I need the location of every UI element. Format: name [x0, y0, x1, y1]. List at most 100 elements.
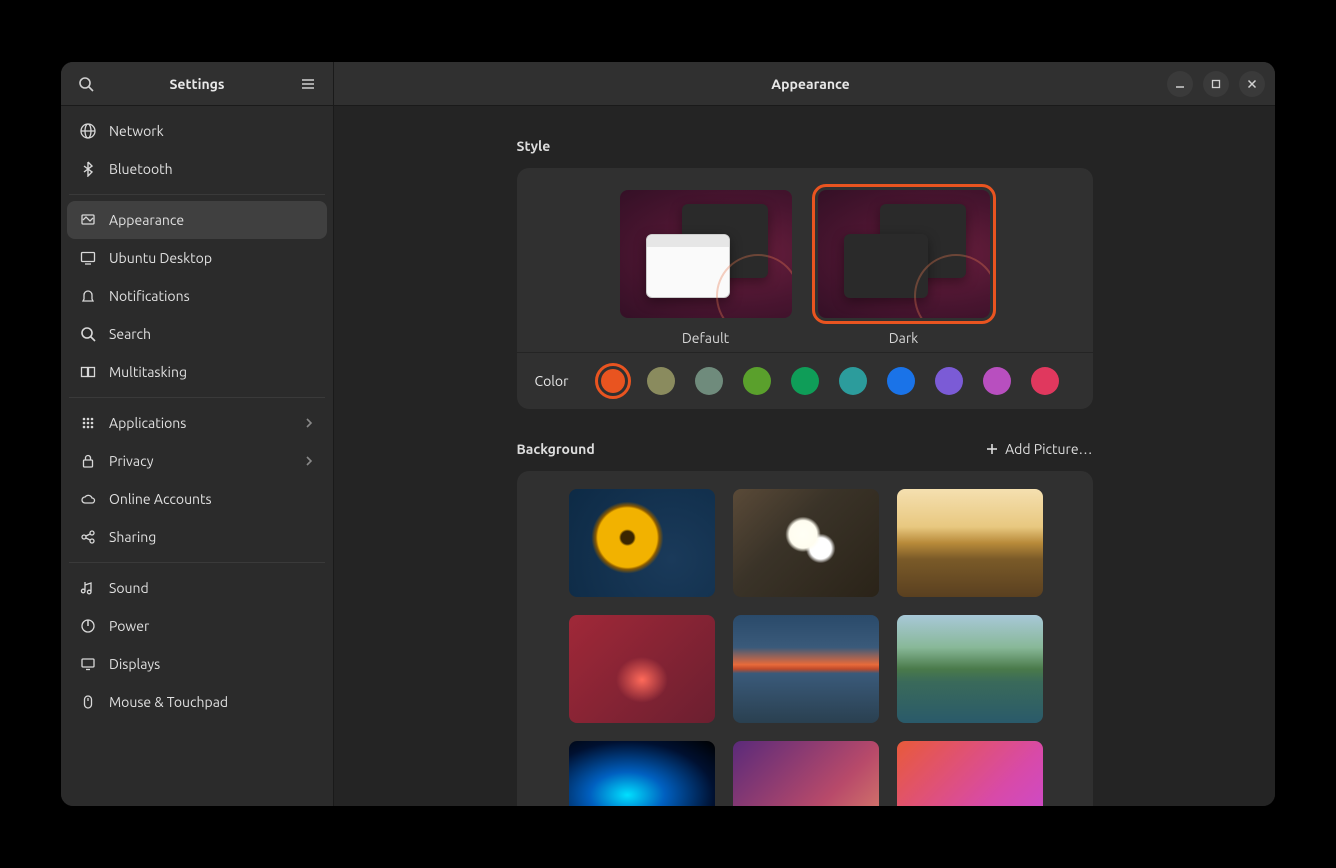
sound-icon — [79, 579, 97, 597]
sidebar-item-power[interactable]: Power — [67, 607, 327, 645]
main-scroll[interactable]: Style DefaultDark Color Background Add P… — [334, 106, 1275, 806]
wallpaper-lake-sunset[interactable] — [733, 615, 879, 723]
accent-color-row: Color — [517, 353, 1093, 409]
sidebar-item-appearance[interactable]: Appearance — [67, 201, 327, 239]
style-preview — [818, 190, 990, 318]
appearance-icon — [79, 211, 97, 229]
search-icon — [78, 76, 94, 92]
sidebar-item-ubuntu-desktop[interactable]: Ubuntu Desktop — [67, 239, 327, 277]
sidebar-item-privacy[interactable]: Privacy — [67, 442, 327, 480]
apps-icon — [79, 414, 97, 432]
wallpaper-flower-yellow[interactable] — [569, 489, 715, 597]
share-icon — [79, 528, 97, 546]
window-controls — [1167, 71, 1265, 97]
sidebar-separator — [69, 397, 325, 398]
close-button[interactable] — [1239, 71, 1265, 97]
sidebar-item-displays[interactable]: Displays — [67, 645, 327, 683]
wallpaper-blossom-white[interactable] — [733, 489, 879, 597]
sidebar-item-search[interactable]: Search — [67, 315, 327, 353]
search-icon — [79, 325, 97, 343]
sidebar-item-label: Mouse & Touchpad — [109, 694, 315, 710]
sidebar-item-label: Appearance — [109, 212, 315, 228]
chevron-right-icon — [303, 417, 315, 429]
wallpaper-mountain-lake[interactable] — [897, 615, 1043, 723]
sidebar-item-label: Notifications — [109, 288, 315, 304]
sidebar-item-label: Online Accounts — [109, 491, 315, 507]
sidebar: Settings Network Bluetooth Appearance Ubunt… — [61, 62, 334, 806]
color-swatch-2[interactable] — [695, 367, 723, 395]
displays-icon — [79, 655, 97, 673]
lock-icon — [79, 452, 97, 470]
color-swatch-7[interactable] — [935, 367, 963, 395]
color-label: Color — [535, 373, 579, 389]
desktop-icon — [79, 249, 97, 267]
color-swatch-9[interactable] — [1031, 367, 1059, 395]
page-title: Appearance — [454, 76, 1167, 92]
cloud-icon — [79, 490, 97, 508]
sidebar-header: Settings — [61, 62, 333, 106]
sidebar-item-mouse-touchpad[interactable]: Mouse & Touchpad — [67, 683, 327, 721]
wallpaper-ubuntu-orange[interactable] — [897, 741, 1043, 806]
sidebar-item-label: Sound — [109, 580, 315, 596]
hamburger-icon — [300, 76, 316, 92]
multitasking-icon — [79, 363, 97, 381]
color-swatch-1[interactable] — [647, 367, 675, 395]
sidebar-item-label: Bluetooth — [109, 161, 315, 177]
color-swatch-8[interactable] — [983, 367, 1011, 395]
sidebar-item-applications[interactable]: Applications — [67, 404, 327, 442]
sidebar-item-sound[interactable]: Sound — [67, 569, 327, 607]
main-header: Appearance — [334, 62, 1275, 106]
sidebar-separator — [69, 562, 325, 563]
add-picture-button[interactable]: Add Picture… — [985, 441, 1092, 457]
color-swatch-5[interactable] — [839, 367, 867, 395]
sidebar-item-bluetooth[interactable]: Bluetooth — [67, 150, 327, 188]
style-option-default[interactable]: Default — [620, 190, 792, 346]
sidebar-item-label: Multitasking — [109, 364, 315, 380]
sidebar-item-sharing[interactable]: Sharing — [67, 518, 327, 556]
bluetooth-icon — [79, 160, 97, 178]
style-option-dark[interactable]: Dark — [818, 190, 990, 346]
sidebar-item-multitasking[interactable]: Multitasking — [67, 353, 327, 391]
color-swatch-0[interactable] — [601, 369, 625, 393]
sidebar-item-online-accounts[interactable]: Online Accounts — [67, 480, 327, 518]
close-icon — [1246, 78, 1258, 90]
network-icon — [79, 122, 97, 140]
app-title: Settings — [101, 76, 293, 92]
style-panel: Default Dark Color — [517, 168, 1093, 409]
background-heading: Background — [517, 441, 595, 457]
color-swatch-4[interactable] — [791, 367, 819, 395]
sidebar-item-label: Displays — [109, 656, 315, 672]
sidebar-item-notifications[interactable]: Notifications — [67, 277, 327, 315]
sidebar-item-label: Privacy — [109, 453, 291, 469]
maximize-icon — [1210, 78, 1222, 90]
sidebar-item-network[interactable]: Network — [67, 112, 327, 150]
bell-icon — [79, 287, 97, 305]
sidebar-item-label: Applications — [109, 415, 291, 431]
style-preview — [620, 190, 792, 318]
wallpaper-abstract-blue[interactable] — [569, 741, 715, 806]
wallpaper-kudu-red[interactable] — [569, 615, 715, 723]
sidebar-item-label: Ubuntu Desktop — [109, 250, 315, 266]
search-button[interactable] — [71, 69, 101, 99]
style-option-label: Dark — [818, 330, 990, 346]
color-swatch-3[interactable] — [743, 367, 771, 395]
maximize-button[interactable] — [1203, 71, 1229, 97]
settings-window: Settings Network Bluetooth Appearance Ubunt… — [61, 62, 1275, 806]
sidebar-item-label: Network — [109, 123, 315, 139]
sidebar-item-label: Sharing — [109, 529, 315, 545]
main-area: Appearance Style DefaultDark Color — [334, 62, 1275, 806]
wallpaper-field-road[interactable] — [897, 489, 1043, 597]
wallpaper-gradient-purple[interactable] — [733, 741, 879, 806]
color-swatch-6[interactable] — [887, 367, 915, 395]
background-panel — [517, 471, 1093, 806]
chevron-right-icon — [303, 455, 315, 467]
plus-icon — [985, 442, 999, 456]
minimize-button[interactable] — [1167, 71, 1193, 97]
sidebar-separator — [69, 194, 325, 195]
add-picture-label: Add Picture… — [1005, 441, 1092, 457]
menu-button[interactable] — [293, 69, 323, 99]
style-option-label: Default — [620, 330, 792, 346]
sidebar-list: Network Bluetooth Appearance Ubuntu Desktop… — [61, 106, 333, 806]
sidebar-item-label: Search — [109, 326, 315, 342]
mouse-icon — [79, 693, 97, 711]
